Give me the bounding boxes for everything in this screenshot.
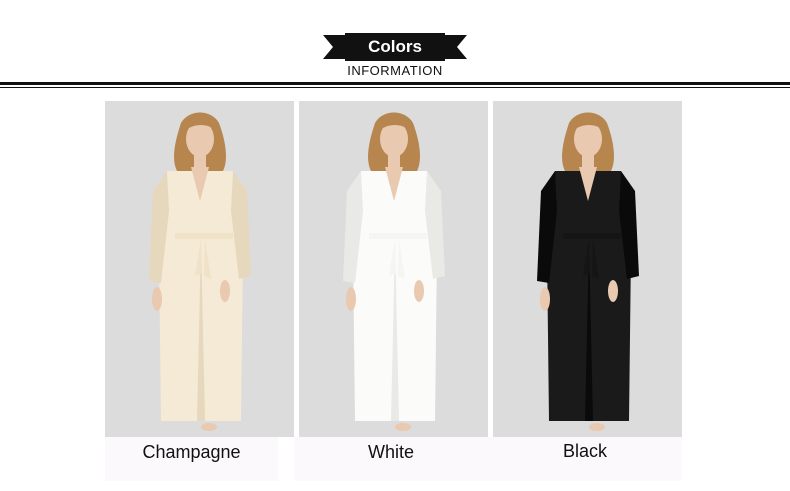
hand-right (608, 280, 618, 302)
hand-right (220, 280, 230, 302)
robe-belt (563, 233, 621, 239)
ribbon-tail-right (457, 35, 467, 59)
neck (582, 153, 594, 167)
section-subtitle: INFORMATION (347, 63, 443, 78)
foot (395, 423, 411, 431)
product-image-black (493, 101, 682, 437)
robe-belt (369, 233, 427, 239)
foot (589, 423, 605, 431)
hand-left (346, 287, 356, 311)
foot (201, 423, 217, 431)
divider-thin (0, 87, 790, 88)
ribbon-tail-left (323, 35, 333, 59)
color-label-champagne: Champagne (142, 442, 241, 462)
section-title: Colors (345, 33, 445, 61)
ribbon-fold-left (333, 35, 345, 59)
product-image-white (299, 101, 488, 437)
hand-left (152, 287, 162, 311)
color-label-white: White (367, 442, 414, 462)
model-figure (299, 101, 488, 437)
hand-right (414, 280, 424, 302)
ribbon-fold-right (445, 35, 457, 59)
neck (388, 153, 400, 167)
model-figure (105, 101, 294, 437)
color-label-black: Black (562, 441, 607, 461)
product-image-champagne (105, 101, 294, 437)
neck (194, 153, 206, 167)
colors-ribbon: Colors (0, 33, 790, 61)
model-figure (493, 101, 682, 437)
robe-belt (175, 233, 233, 239)
divider-thick (0, 82, 790, 85)
hand-left (540, 287, 550, 311)
